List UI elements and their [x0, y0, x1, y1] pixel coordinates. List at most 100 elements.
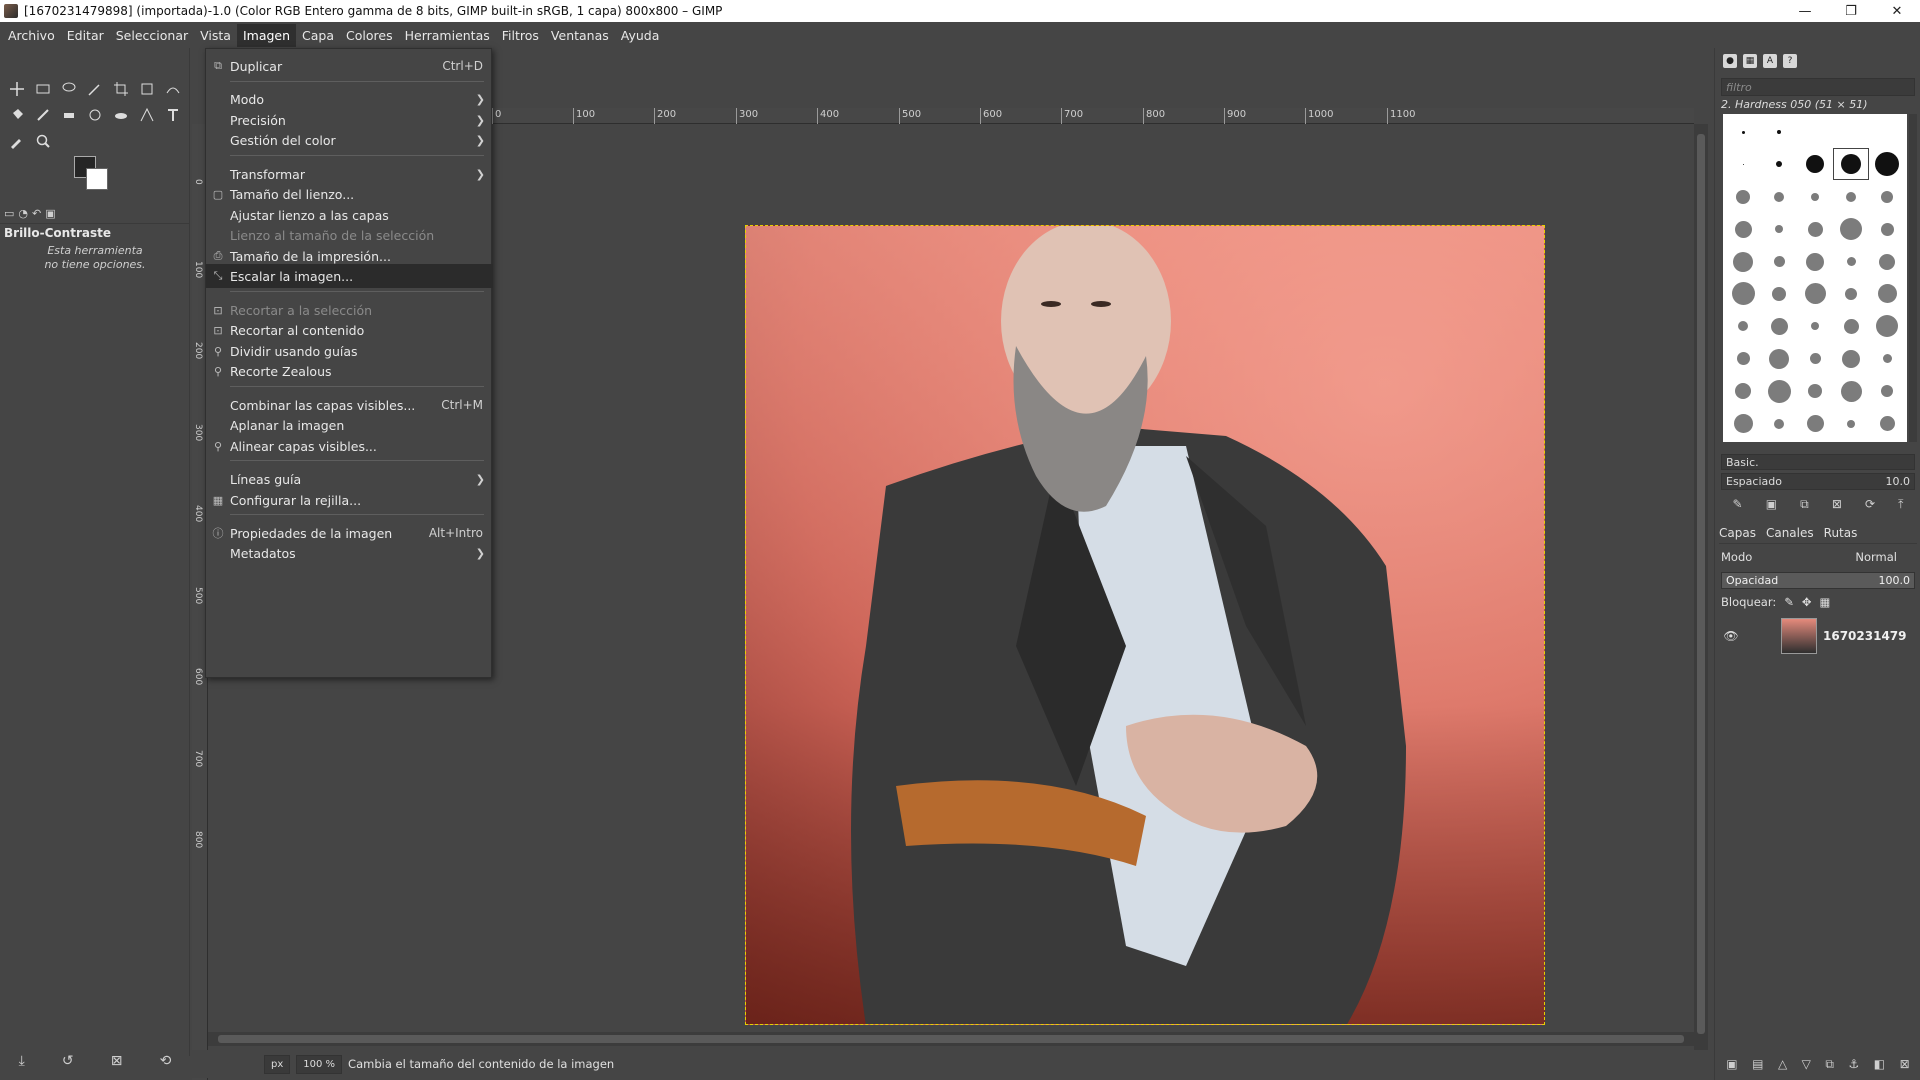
duplicate-brush-icon[interactable]: ⧉ [1800, 497, 1809, 512]
layer-mode-dropdown[interactable]: Normal [1855, 550, 1897, 564]
brush-preview[interactable] [1870, 117, 1904, 147]
brush-preview[interactable] [1726, 214, 1760, 244]
brush-preview[interactable] [1834, 214, 1868, 244]
fuzzy-select-tool-icon[interactable] [82, 76, 108, 102]
reset-options-icon[interactable]: ⟲ [160, 1053, 172, 1069]
brush-scrollbar[interactable] [1909, 114, 1917, 442]
close-button[interactable]: ✕ [1874, 4, 1920, 19]
brush-preview[interactable] [1834, 409, 1868, 439]
lock-alpha-icon[interactable]: ▦ [1820, 595, 1831, 609]
warp-tool-icon[interactable] [160, 76, 186, 102]
brush-spacing-field[interactable]: Espaciado 10.0 [1721, 473, 1915, 490]
menu-colores[interactable]: Colores [340, 24, 399, 47]
brush-preview[interactable] [1762, 279, 1796, 309]
brush-preview[interactable] [1762, 182, 1796, 212]
menu-filtros[interactable]: Filtros [496, 24, 545, 47]
minimize-button[interactable]: — [1782, 4, 1828, 19]
paintbrush-tool-icon[interactable] [30, 102, 56, 128]
vertical-scrollbar[interactable] [1694, 124, 1708, 1074]
brush-preview[interactable] [1798, 214, 1832, 244]
brush-preview[interactable] [1726, 344, 1760, 374]
brush-preview[interactable] [1870, 409, 1904, 439]
menu-vista[interactable]: Vista [194, 24, 237, 47]
image-canvas[interactable] [745, 225, 1545, 1025]
patterns-tab-icon[interactable]: ▦ [1743, 54, 1757, 68]
color-picker-tool-icon[interactable] [4, 128, 30, 154]
brush-preview[interactable] [1833, 148, 1869, 181]
menu-herramientas[interactable]: Herramientas [399, 24, 496, 47]
text-tool-icon[interactable] [160, 102, 186, 128]
save-options-icon[interactable]: ⤓ [19, 1053, 25, 1069]
menu-capa[interactable]: Capa [296, 24, 340, 47]
brush-set-selector[interactable]: Basic. [1721, 454, 1915, 470]
brush-preview[interactable] [1870, 182, 1904, 212]
brush-preview[interactable] [1726, 376, 1760, 406]
brush-preview[interactable] [1798, 182, 1832, 212]
smudge-tool-icon[interactable] [108, 102, 134, 128]
brush-preview[interactable] [1870, 376, 1904, 406]
brush-preview[interactable] [1798, 409, 1832, 439]
rect-select-tool-icon[interactable] [30, 76, 56, 102]
menu-item-recorte-zealous[interactable]: ⚲ Recorte Zealous [206, 359, 493, 383]
brush-preview[interactable] [1726, 409, 1760, 439]
clone-tool-icon[interactable] [82, 102, 108, 128]
crop-tool-icon[interactable] [108, 76, 134, 102]
unified-transform-tool-icon[interactable] [134, 76, 160, 102]
brush-preview[interactable] [1834, 247, 1868, 277]
tool-options-tab-icon[interactable]: ▭ [4, 207, 14, 220]
brush-preview[interactable] [1798, 311, 1832, 341]
menu-ayuda[interactable]: Ayuda [615, 24, 666, 47]
lower-layer-icon[interactable]: ▽ [1802, 1057, 1811, 1071]
menu-ventanas[interactable]: Ventanas [545, 24, 615, 47]
brush-preview[interactable] [1798, 344, 1832, 374]
brush-preview[interactable] [1726, 117, 1760, 147]
brush-preview[interactable] [1762, 149, 1796, 179]
menu-seleccionar[interactable]: Seleccionar [110, 24, 194, 47]
tab-rutas[interactable]: Rutas [1824, 526, 1858, 540]
device-status-tab-icon[interactable]: ◔ [18, 207, 28, 220]
visibility-eye-icon[interactable]: 👁 [1719, 629, 1743, 643]
brush-preview[interactable] [1726, 149, 1760, 179]
refresh-brushes-icon[interactable]: ⟳ [1865, 497, 1875, 511]
fg-bg-color-swatch[interactable] [72, 152, 122, 202]
edit-brush-icon[interactable]: ✎ [1733, 497, 1743, 511]
raise-layer-icon[interactable]: △ [1778, 1057, 1787, 1071]
brush-preview[interactable] [1834, 344, 1868, 374]
brush-preview[interactable] [1798, 149, 1832, 179]
menu-editar[interactable]: Editar [61, 24, 110, 47]
brush-preview[interactable] [1726, 247, 1760, 277]
brush-preview[interactable] [1834, 279, 1868, 309]
lock-pixels-icon[interactable]: ✎ [1784, 595, 1794, 609]
open-brush-icon[interactable]: ⤒ [1898, 497, 1903, 512]
restore-options-icon[interactable]: ↺ [62, 1053, 74, 1069]
lock-position-icon[interactable]: ✥ [1802, 595, 1812, 609]
menu-item-escalar-imagen[interactable]: ⤡ Escalar la imagen... [206, 264, 493, 288]
horizontal-scroll-thumb[interactable] [218, 1035, 1684, 1043]
brush-preview[interactable] [1870, 311, 1904, 341]
brush-preview[interactable] [1726, 279, 1760, 309]
brush-preview[interactable] [1870, 214, 1904, 244]
brush-preview[interactable] [1762, 117, 1796, 147]
maximize-button[interactable]: ❐ [1828, 4, 1874, 19]
brush-preview[interactable] [1870, 149, 1904, 179]
move-tool-icon[interactable] [4, 76, 30, 102]
brush-preview[interactable] [1798, 279, 1832, 309]
brush-preview[interactable] [1834, 117, 1868, 147]
undo-history-tab-icon[interactable]: ↶ [32, 207, 41, 220]
brush-grid[interactable] [1723, 114, 1907, 442]
brush-filter-input[interactable]: filtro [1721, 78, 1915, 96]
delete-brush-icon[interactable]: ⊠ [1832, 497, 1842, 511]
horizontal-scrollbar[interactable] [208, 1032, 1694, 1046]
brush-preview[interactable] [1870, 247, 1904, 277]
fonts-tab-icon[interactable]: A [1763, 54, 1777, 68]
delete-layer-icon[interactable]: ⊠ [1900, 1057, 1910, 1071]
new-layer-icon[interactable]: ▣ [1726, 1057, 1737, 1071]
new-layer-group-icon[interactable]: ▤ [1752, 1057, 1763, 1071]
bucket-fill-tool-icon[interactable] [4, 102, 30, 128]
delete-options-icon[interactable]: ⊠ [111, 1053, 123, 1069]
brush-preview[interactable] [1834, 182, 1868, 212]
brush-preview[interactable] [1762, 247, 1796, 277]
brush-preview[interactable] [1798, 247, 1832, 277]
brush-preview[interactable] [1726, 182, 1760, 212]
menu-item-duplicar[interactable]: ⧉ Duplicar Ctrl+D [206, 54, 493, 78]
